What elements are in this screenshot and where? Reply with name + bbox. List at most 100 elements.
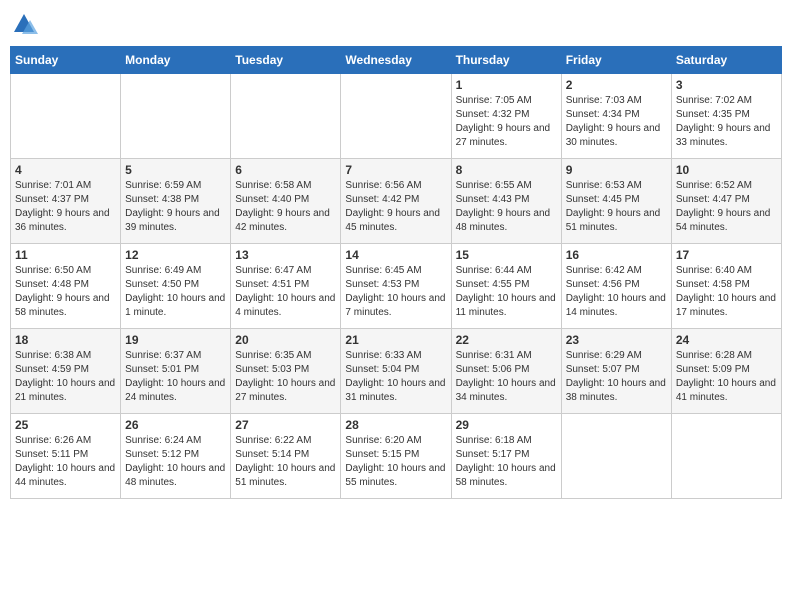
day-number: 19 bbox=[125, 333, 226, 347]
calendar-cell: 9 Sunrise: 6:53 AMSunset: 4:45 PMDaylight… bbox=[561, 159, 671, 244]
calendar-cell: 20 Sunrise: 6:35 AMSunset: 5:03 PMDayligh… bbox=[231, 329, 341, 414]
calendar-cell bbox=[341, 74, 451, 159]
day-info: Sunrise: 6:49 AMSunset: 4:50 PMDaylight:… bbox=[125, 264, 226, 320]
calendar-cell bbox=[561, 414, 671, 499]
day-info: Sunrise: 7:02 AMSunset: 4:35 PMDaylight:… bbox=[676, 94, 777, 150]
calendar-cell: 1 Sunrise: 7:05 AMSunset: 4:32 PMDaylight… bbox=[451, 74, 561, 159]
day-info: Sunrise: 6:24 AMSunset: 5:12 PMDaylight:… bbox=[125, 434, 226, 490]
column-header-wednesday: Wednesday bbox=[341, 47, 451, 74]
day-info: Sunrise: 6:33 AMSunset: 5:04 PMDaylight:… bbox=[345, 349, 446, 405]
logo bbox=[10, 10, 42, 38]
day-info: Sunrise: 6:31 AMSunset: 5:06 PMDaylight:… bbox=[456, 349, 557, 405]
day-number: 18 bbox=[15, 333, 116, 347]
day-number: 12 bbox=[125, 248, 226, 262]
calendar-cell bbox=[231, 74, 341, 159]
day-number: 23 bbox=[566, 333, 667, 347]
calendar-cell: 25 Sunrise: 6:26 AMSunset: 5:11 PMDayligh… bbox=[11, 414, 121, 499]
day-info: Sunrise: 6:59 AMSunset: 4:38 PMDaylight:… bbox=[125, 179, 226, 235]
day-number: 9 bbox=[566, 163, 667, 177]
day-info: Sunrise: 6:18 AMSunset: 5:17 PMDaylight:… bbox=[456, 434, 557, 490]
day-number: 29 bbox=[456, 418, 557, 432]
day-number: 17 bbox=[676, 248, 777, 262]
calendar-cell: 14Sunrise: 6:45 AMSunset: 4:53 PMDayligh… bbox=[341, 244, 451, 329]
day-info: Sunrise: 6:38 AMSunset: 4:59 PMDaylight:… bbox=[15, 349, 116, 405]
calendar-cell: 21 Sunrise: 6:33 AMSunset: 5:04 PMDayligh… bbox=[341, 329, 451, 414]
day-number: 28 bbox=[345, 418, 446, 432]
day-number: 4 bbox=[15, 163, 116, 177]
calendar-cell bbox=[121, 74, 231, 159]
page-header bbox=[10, 10, 782, 38]
calendar-cell: 27 Sunrise: 6:22 AMSunset: 5:14 PMDayligh… bbox=[231, 414, 341, 499]
calendar-cell: 16 Sunrise: 6:42 AMSunset: 4:56 PMDayligh… bbox=[561, 244, 671, 329]
calendar-cell: 15Sunrise: 6:44 AMSunset: 4:55 PMDayligh… bbox=[451, 244, 561, 329]
day-number: 27 bbox=[235, 418, 336, 432]
calendar-cell: 17 Sunrise: 6:40 AMSunset: 4:58 PMDayligh… bbox=[671, 244, 781, 329]
day-number: 16 bbox=[566, 248, 667, 262]
day-number: 8 bbox=[456, 163, 557, 177]
column-header-saturday: Saturday bbox=[671, 47, 781, 74]
calendar-cell: 7 Sunrise: 6:56 AMSunset: 4:42 PMDaylight… bbox=[341, 159, 451, 244]
day-info: Sunrise: 6:26 AMSunset: 5:11 PMDaylight:… bbox=[15, 434, 116, 490]
column-header-friday: Friday bbox=[561, 47, 671, 74]
logo-icon bbox=[10, 10, 38, 38]
calendar-cell: 24 Sunrise: 6:28 AMSunset: 5:09 PMDayligh… bbox=[671, 329, 781, 414]
day-info: Sunrise: 7:03 AMSunset: 4:34 PMDaylight:… bbox=[566, 94, 667, 150]
calendar-cell: 18 Sunrise: 6:38 AMSunset: 4:59 PMDayligh… bbox=[11, 329, 121, 414]
calendar-cell: 2 Sunrise: 7:03 AMSunset: 4:34 PMDaylight… bbox=[561, 74, 671, 159]
day-number: 21 bbox=[345, 333, 446, 347]
day-number: 24 bbox=[676, 333, 777, 347]
day-info: Sunrise: 6:56 AMSunset: 4:42 PMDaylight:… bbox=[345, 179, 446, 235]
calendar-cell: 28 Sunrise: 6:20 AMSunset: 5:15 PMDayligh… bbox=[341, 414, 451, 499]
column-header-thursday: Thursday bbox=[451, 47, 561, 74]
day-info: Sunrise: 6:20 AMSunset: 5:15 PMDaylight:… bbox=[345, 434, 446, 490]
day-info: Sunrise: 6:53 AMSunset: 4:45 PMDaylight:… bbox=[566, 179, 667, 235]
day-number: 11 bbox=[15, 248, 116, 262]
day-number: 26 bbox=[125, 418, 226, 432]
day-number: 20 bbox=[235, 333, 336, 347]
calendar-week-row: 1 Sunrise: 7:05 AMSunset: 4:32 PMDaylight… bbox=[11, 74, 782, 159]
day-number: 10 bbox=[676, 163, 777, 177]
day-number: 22 bbox=[456, 333, 557, 347]
calendar-cell: 10 Sunrise: 6:52 AMSunset: 4:47 PMDayligh… bbox=[671, 159, 781, 244]
day-info: Sunrise: 6:47 AMSunset: 4:51 PMDaylight:… bbox=[235, 264, 336, 320]
day-info: Sunrise: 7:05 AMSunset: 4:32 PMDaylight:… bbox=[456, 94, 557, 150]
day-info: Sunrise: 6:42 AMSunset: 4:56 PMDaylight:… bbox=[566, 264, 667, 320]
day-info: Sunrise: 6:55 AMSunset: 4:43 PMDaylight:… bbox=[456, 179, 557, 235]
day-number: 14 bbox=[345, 248, 446, 262]
day-number: 3 bbox=[676, 78, 777, 92]
day-info: Sunrise: 7:01 AMSunset: 4:37 PMDaylight:… bbox=[15, 179, 116, 235]
day-info: Sunrise: 6:35 AMSunset: 5:03 PMDaylight:… bbox=[235, 349, 336, 405]
day-number: 7 bbox=[345, 163, 446, 177]
day-info: Sunrise: 6:22 AMSunset: 5:14 PMDaylight:… bbox=[235, 434, 336, 490]
calendar-week-row: 11 Sunrise: 6:50 AMSunset: 4:48 PMDayligh… bbox=[11, 244, 782, 329]
calendar-cell: 26 Sunrise: 6:24 AMSunset: 5:12 PMDayligh… bbox=[121, 414, 231, 499]
day-info: Sunrise: 6:37 AMSunset: 5:01 PMDaylight:… bbox=[125, 349, 226, 405]
day-number: 5 bbox=[125, 163, 226, 177]
day-info: Sunrise: 6:29 AMSunset: 5:07 PMDaylight:… bbox=[566, 349, 667, 405]
day-number: 25 bbox=[15, 418, 116, 432]
calendar-cell: 19 Sunrise: 6:37 AMSunset: 5:01 PMDayligh… bbox=[121, 329, 231, 414]
calendar-cell bbox=[671, 414, 781, 499]
day-info: Sunrise: 6:50 AMSunset: 4:48 PMDaylight:… bbox=[15, 264, 116, 320]
day-info: Sunrise: 6:28 AMSunset: 5:09 PMDaylight:… bbox=[676, 349, 777, 405]
calendar-cell: 4 Sunrise: 7:01 AMSunset: 4:37 PMDaylight… bbox=[11, 159, 121, 244]
day-number: 1 bbox=[456, 78, 557, 92]
calendar-cell bbox=[11, 74, 121, 159]
column-header-sunday: Sunday bbox=[11, 47, 121, 74]
day-number: 6 bbox=[235, 163, 336, 177]
calendar-cell: 12 Sunrise: 6:49 AMSunset: 4:50 PMDayligh… bbox=[121, 244, 231, 329]
column-header-monday: Monday bbox=[121, 47, 231, 74]
calendar-week-row: 25 Sunrise: 6:26 AMSunset: 5:11 PMDayligh… bbox=[11, 414, 782, 499]
calendar-week-row: 18 Sunrise: 6:38 AMSunset: 4:59 PMDayligh… bbox=[11, 329, 782, 414]
calendar-cell: 22 Sunrise: 6:31 AMSunset: 5:06 PMDayligh… bbox=[451, 329, 561, 414]
day-number: 13 bbox=[235, 248, 336, 262]
calendar-cell: 6 Sunrise: 6:58 AMSunset: 4:40 PMDaylight… bbox=[231, 159, 341, 244]
calendar-header-row: SundayMondayTuesdayWednesdayThursdayFrid… bbox=[11, 47, 782, 74]
calendar-cell: 8 Sunrise: 6:55 AMSunset: 4:43 PMDaylight… bbox=[451, 159, 561, 244]
day-number: 2 bbox=[566, 78, 667, 92]
day-info: Sunrise: 6:40 AMSunset: 4:58 PMDaylight:… bbox=[676, 264, 777, 320]
day-info: Sunrise: 6:52 AMSunset: 4:47 PMDaylight:… bbox=[676, 179, 777, 235]
day-number: 15 bbox=[456, 248, 557, 262]
day-info: Sunrise: 6:58 AMSunset: 4:40 PMDaylight:… bbox=[235, 179, 336, 235]
calendar-cell: 29 Sunrise: 6:18 AMSunset: 5:17 PMDayligh… bbox=[451, 414, 561, 499]
